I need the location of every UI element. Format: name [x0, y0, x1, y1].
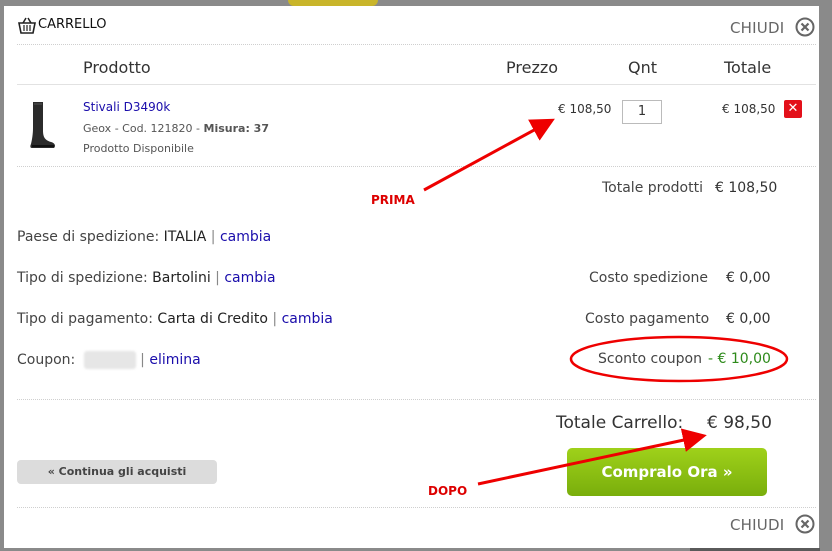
product-availability: Prodotto Disponibile	[83, 142, 194, 155]
divider	[17, 166, 816, 167]
divider	[17, 399, 816, 400]
column-header-product: Prodotto	[83, 58, 151, 77]
column-header-total: Totale	[724, 58, 772, 77]
shipping-cost-value: € 0,00	[726, 270, 771, 286]
separator: |	[140, 352, 145, 368]
change-payment-link[interactable]: cambia	[282, 311, 333, 327]
cart-total-label: Totale Carrello:	[556, 413, 684, 433]
payment-cost-value: € 0,00	[726, 311, 771, 327]
product-size: Misura: 37	[203, 122, 269, 135]
shipping-country-value: ITALIA	[163, 229, 207, 245]
divider	[17, 84, 816, 85]
column-header-price: Prezzo	[506, 58, 559, 77]
annotation-after: DOPO	[428, 484, 468, 498]
arrow-before	[423, 118, 555, 192]
payment-type-label: Tipo di pagamento:	[17, 311, 153, 327]
coupon-discount-value: - € 10,00	[708, 351, 771, 367]
payment-type-value: Carta di Credito	[157, 311, 268, 327]
buy-now-button[interactable]: Compralo Ora »	[567, 448, 767, 496]
close-icon[interactable]	[795, 17, 815, 37]
annotation-before: PRIMA	[371, 193, 415, 207]
close-label-top[interactable]: CHIUDI	[730, 19, 784, 37]
payment-type-row: Tipo di pagamento: Carta di Credito | ca…	[17, 311, 333, 327]
product-price: € 108,50	[558, 102, 612, 116]
shipping-country-row: Paese di spedizione: ITALIA | cambia	[17, 229, 271, 245]
separator: |	[210, 229, 216, 245]
change-shipping-link[interactable]: cambia	[224, 270, 275, 286]
delete-icon: ✕	[787, 101, 799, 116]
basket-icon	[18, 17, 36, 34]
shipping-type-label: Tipo di spedizione:	[17, 270, 148, 286]
product-total: € 108,50	[722, 102, 776, 116]
products-total-value: € 108,50	[715, 180, 778, 196]
quantity-input[interactable]: 1	[622, 100, 662, 124]
cart-total-value: € 98,50	[707, 413, 772, 433]
column-header-qty: Qnt	[628, 58, 658, 77]
cart-modal: CARRELLO CHIUDI Prodotto Prezzo Qnt Tota…	[4, 6, 819, 548]
modal-title: CARRELLO	[38, 17, 107, 32]
continue-shopping-button[interactable]: « Continua gli acquisti	[17, 460, 217, 484]
shipping-cost-label: Costo spedizione	[589, 270, 708, 286]
shipping-country-label: Paese di spedizione:	[17, 229, 160, 245]
close-icon[interactable]	[795, 514, 815, 534]
close-label-bottom[interactable]: CHIUDI	[730, 516, 784, 534]
shipping-type-row: Tipo di spedizione: Bartolini | cambia	[17, 270, 276, 286]
change-country-link[interactable]: cambia	[220, 229, 271, 245]
divider	[17, 44, 816, 45]
delete-item-button[interactable]: ✕	[784, 100, 802, 118]
shipping-type-value: Bartolini	[152, 270, 211, 286]
coupon-row: Coupon: | elimina	[17, 351, 201, 369]
coupon-code-redacted	[83, 351, 136, 369]
separator: |	[215, 270, 220, 286]
remove-coupon-link[interactable]: elimina	[149, 352, 200, 368]
coupon-discount-label: Sconto coupon	[598, 351, 702, 367]
coupon-label: Coupon:	[17, 352, 76, 368]
product-name-link[interactable]: Stivali D3490k	[83, 100, 170, 114]
payment-cost-label: Costo pagamento	[585, 311, 710, 327]
separator: |	[272, 311, 278, 327]
product-code: Geox - Cod. 121820 -	[83, 122, 204, 135]
product-details: Geox - Cod. 121820 - Misura: 37	[83, 122, 269, 135]
products-total-label: Totale prodotti	[602, 180, 703, 196]
divider	[17, 507, 816, 508]
product-image-boot	[30, 102, 55, 148]
